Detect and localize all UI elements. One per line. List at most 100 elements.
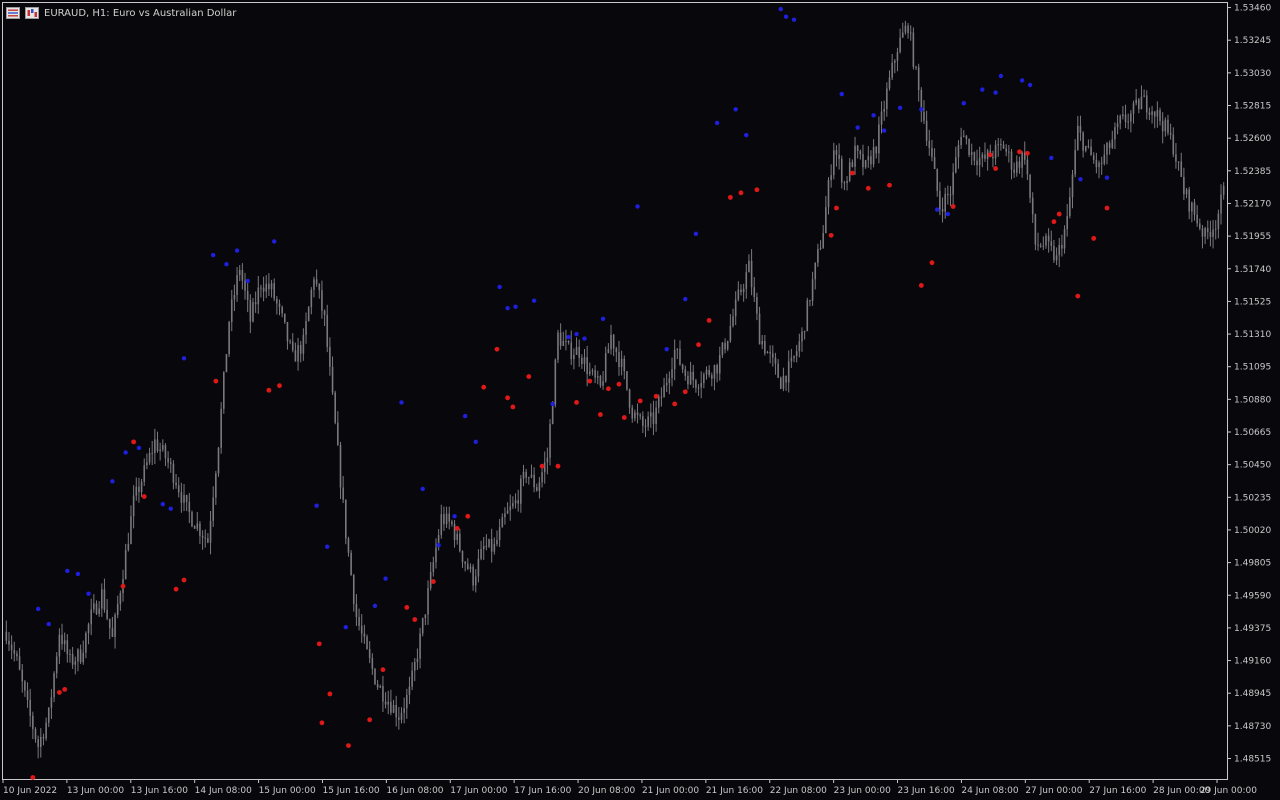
candle-body xyxy=(1045,235,1047,246)
candle xyxy=(803,330,806,340)
candle-body xyxy=(769,352,771,354)
candle xyxy=(721,342,724,358)
candle-body xyxy=(268,283,270,290)
candle-body xyxy=(973,152,976,161)
x-tick-label: 27 Jun 16:00 xyxy=(1089,786,1146,796)
candle xyxy=(345,499,347,545)
candle-body xyxy=(684,369,687,376)
candle xyxy=(827,177,830,215)
up-signal-dot xyxy=(945,211,951,217)
candle-body xyxy=(1039,245,1042,247)
candle-body xyxy=(1037,244,1039,246)
candle-body xyxy=(329,346,331,367)
candle xyxy=(209,511,212,555)
candle xyxy=(599,374,602,388)
price-chart[interactable]: 1.53460 1.53245 1.53030 1.52815 1.52600 1.523… xyxy=(0,0,1280,800)
candle xyxy=(886,82,888,117)
candle xyxy=(427,580,429,625)
candle xyxy=(772,345,774,367)
candle-body xyxy=(1172,134,1175,155)
candle-body xyxy=(1175,154,1177,162)
up-signal-dot xyxy=(791,17,797,22)
candle xyxy=(270,279,273,298)
candle-body xyxy=(474,576,477,586)
candle xyxy=(363,624,366,644)
y-tick-label: 1.52600 xyxy=(1234,134,1271,144)
candle-body xyxy=(573,354,575,360)
chart-mode-icon[interactable] xyxy=(25,7,39,19)
candle-body xyxy=(944,193,946,212)
candle-body xyxy=(957,145,960,158)
candle xyxy=(933,148,936,170)
candle xyxy=(652,400,655,436)
candle-body xyxy=(453,524,456,540)
candle-body xyxy=(806,300,809,332)
candle-body xyxy=(891,62,893,78)
candle-body xyxy=(313,279,315,290)
candle xyxy=(1066,204,1068,237)
candle xyxy=(549,419,551,466)
candle-body xyxy=(1124,114,1127,122)
candle-body xyxy=(1034,214,1037,245)
candle-body xyxy=(970,152,973,155)
candle-body xyxy=(734,299,737,317)
candle-body xyxy=(66,640,69,655)
y-tick-label: 1.52815 xyxy=(1234,102,1271,112)
chart-window[interactable]: 1.53460 1.53245 1.53030 1.52815 1.52600 1.523… xyxy=(0,0,1280,800)
down-signal-dot xyxy=(213,378,219,384)
up-signal-dot xyxy=(839,91,844,97)
candle xyxy=(848,158,851,183)
down-signal-dot xyxy=(1091,235,1097,241)
candle xyxy=(734,291,737,326)
candle-body xyxy=(525,471,527,478)
candle-body xyxy=(599,376,602,386)
candle-body xyxy=(281,306,283,314)
candle xyxy=(34,727,37,743)
candle-body xyxy=(146,462,148,466)
candle-body xyxy=(620,358,623,368)
candle-body xyxy=(955,157,957,173)
down-signal-dot xyxy=(56,690,62,695)
candle-body xyxy=(647,416,649,427)
down-signal-dot xyxy=(834,205,839,211)
candle-body xyxy=(742,288,745,293)
up-signal-dot xyxy=(871,113,876,118)
candle xyxy=(408,676,411,705)
candle xyxy=(1010,148,1013,180)
candle xyxy=(846,176,848,191)
candle-body xyxy=(384,701,387,705)
candle-body xyxy=(888,77,891,89)
candle xyxy=(124,543,127,580)
candle-body xyxy=(673,349,676,370)
candle-body xyxy=(196,523,199,529)
candle xyxy=(188,493,191,524)
candle-body xyxy=(331,366,334,393)
candle-body xyxy=(607,349,610,354)
candle xyxy=(872,139,875,168)
up-signal-dot xyxy=(513,304,518,309)
candle xyxy=(1138,97,1140,114)
down-signal-dot xyxy=(598,412,603,417)
candle-body xyxy=(374,668,376,685)
candle-body xyxy=(718,355,721,374)
candle-body xyxy=(992,156,994,159)
candle xyxy=(838,143,840,170)
candle xyxy=(278,299,281,316)
candle-body xyxy=(520,478,522,504)
up-signal-dot xyxy=(550,401,555,407)
candle xyxy=(840,155,843,189)
candle xyxy=(925,110,928,146)
candle-body xyxy=(825,207,827,234)
candle xyxy=(498,519,501,548)
candle xyxy=(1119,114,1122,130)
candle-body xyxy=(939,190,941,210)
candle xyxy=(870,150,872,170)
candle-body xyxy=(212,497,214,521)
candle-body xyxy=(172,463,175,483)
menu-grid-icon[interactable] xyxy=(6,7,20,19)
candle xyxy=(18,647,21,671)
candle xyxy=(212,486,214,528)
candle xyxy=(101,583,103,617)
candle xyxy=(71,646,74,669)
candle xyxy=(557,329,559,364)
